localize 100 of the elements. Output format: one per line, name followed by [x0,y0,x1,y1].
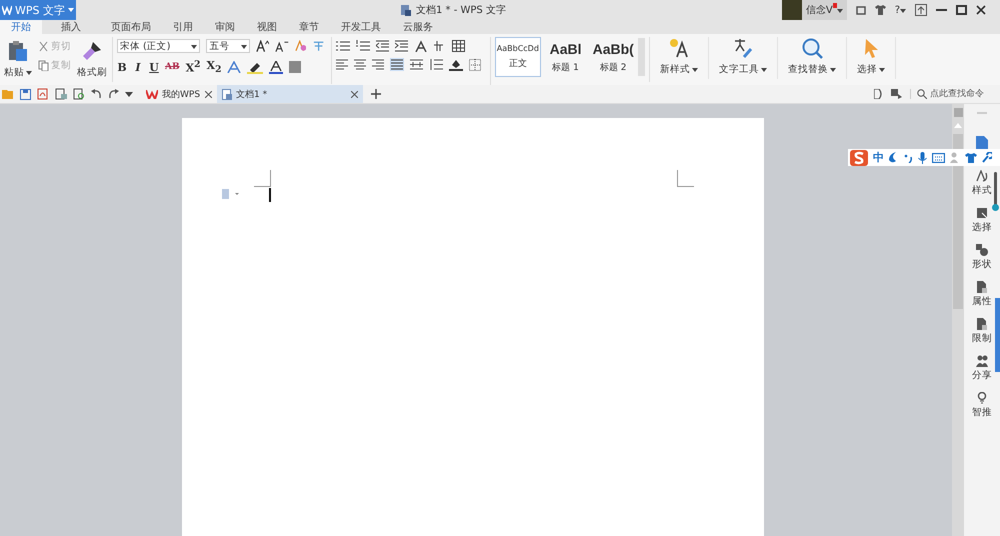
font-color-icon[interactable] [269,60,284,74]
font-size-dropdown[interactable]: 五号 [206,39,250,53]
sogou-logo-icon[interactable] [850,150,868,166]
style-option[interactable]: AaBl 标题 1 [542,37,588,77]
side-panel-button[interactable]: 分享 [972,355,992,392]
side-panel-button[interactable]: 样式 [972,170,992,207]
close-icon[interactable] [351,90,358,98]
bullet-list-icon[interactable] [336,40,350,52]
style-option[interactable]: AaBbCcDd 正文 [495,37,541,77]
dropdown-caret-icon[interactable] [241,44,248,48]
text-direction-icon[interactable] [414,40,428,52]
character-shading-icon[interactable] [289,61,302,74]
font-style-button[interactable]: X$^{2}$ [186,59,201,75]
dropdown-caret-icon[interactable] [68,8,74,12]
ime-mode-toggle[interactable]: 中 [873,150,884,165]
scrollbar-thumb[interactable] [953,134,963,309]
dropdown-caret-icon[interactable] [836,9,843,13]
ribbon-tab[interactable]: 视图 [246,20,288,34]
shading-icon[interactable] [449,58,463,71]
print-icon[interactable] [55,88,67,100]
ribbon-tab[interactable]: 开发工具 [330,20,392,34]
close-icon[interactable] [976,5,986,15]
ribbon-tab[interactable]: 审阅 [204,20,246,34]
highlighter-icon[interactable] [247,60,264,74]
text-effect-icon[interactable] [227,61,242,74]
skin-icon[interactable] [856,5,866,15]
shrink-font-icon[interactable] [275,40,289,52]
paragraph-mark-icon[interactable] [434,40,446,52]
print-preview-icon[interactable] [73,88,85,100]
align-right-icon[interactable] [372,59,384,70]
vertical-scrollbar[interactable] [952,104,964,536]
new-document-icon[interactable] [976,136,988,150]
wrench-icon[interactable] [982,152,992,163]
dropdown-caret-icon[interactable] [830,68,836,72]
ribbon-tab[interactable]: 插入 [50,20,92,34]
dropdown-caret-icon[interactable] [900,8,906,12]
dropdown-caret-icon[interactable] [26,70,32,74]
paste-button[interactable]: 粘贴 [4,37,32,82]
side-panel-button[interactable]: 形状 [972,244,992,281]
save-icon[interactable] [20,88,31,100]
grow-font-icon[interactable] [256,40,270,52]
ribbon-large-button[interactable]: 新样式 [650,37,709,79]
increase-indent-icon[interactable] [395,40,408,52]
justify-icon[interactable] [390,58,404,71]
undo-icon[interactable] [91,89,102,99]
dropdown-caret-icon[interactable] [692,68,698,72]
close-icon[interactable] [205,90,212,98]
align-left-icon[interactable] [336,59,348,70]
dropdown-caret-icon[interactable] [125,92,133,96]
font-family-dropdown[interactable]: 宋体 (正文) [117,39,200,53]
style-gallery-scrollbar[interactable] [638,38,646,76]
ribbon-tab[interactable]: 引用 [162,20,204,34]
shirt-icon[interactable] [965,152,977,162]
ribbon-tab[interactable]: 云服务 [392,20,444,34]
microphone-icon[interactable] [918,152,927,164]
user-menu-button[interactable]: 信念V [802,0,847,20]
ribbon-large-button[interactable]: 查找替换 [778,37,847,79]
redo-icon[interactable] [108,89,119,99]
ribbon-tab[interactable]: 页面布局 [100,20,162,34]
document-tab[interactable]: 文档1 * [217,85,363,103]
line-spacing-icon[interactable] [429,59,443,70]
keyboard-icon[interactable] [932,152,945,162]
decrease-indent-icon[interactable] [376,40,389,52]
ribbon-large-button[interactable]: 选择 [847,37,896,79]
side-panel-button[interactable]: 智推 [972,392,992,429]
document-tab[interactable]: 我的WPS [141,85,217,103]
border-icon[interactable] [469,58,481,70]
punctuation-icon[interactable] [904,152,913,162]
numbered-list-icon[interactable] [356,40,370,52]
ribbon-tab[interactable]: 开始 [0,20,42,34]
table-icon[interactable] [452,40,465,52]
restore-ribbon-icon[interactable] [915,4,927,16]
font-style-button[interactable]: I [133,60,143,74]
comment-icon[interactable] [891,89,902,99]
app-menu-button[interactable]: WPS 文字 [0,0,76,20]
distribute-icon[interactable] [410,59,423,70]
clear-format-icon[interactable] [294,40,306,52]
align-center-icon[interactable] [354,59,366,70]
share-icon [976,355,988,367]
font-style-button[interactable]: B [117,60,127,74]
shirt-icon[interactable] [874,5,886,15]
help-button[interactable]: ? [894,4,906,16]
format-painter-button[interactable]: 格式刷 [77,37,107,82]
panel-toggle-tab[interactable] [995,298,1000,372]
side-panel-button[interactable]: 限制 [972,318,992,355]
font-style-button[interactable]: X$_{2}$ [206,59,222,76]
maximize-icon[interactable] [956,5,967,15]
style-option[interactable]: AaBb( 标题 2 [590,37,636,77]
dropdown-caret-icon[interactable] [191,44,198,48]
document-mode-icon[interactable] [874,89,883,99]
ribbon-large-button[interactable]: 文字工具 [709,37,778,79]
font-style-button[interactable]: U [149,60,159,74]
font-style-button[interactable]: AB [165,62,180,72]
dropdown-caret-icon[interactable] [879,68,885,72]
new-tab-icon[interactable] [371,89,381,99]
side-panel-button[interactable]: 选择 [972,207,992,244]
dropdown-caret-icon[interactable] [761,68,767,72]
side-panel-button[interactable]: 属性 [972,281,992,318]
export-pdf-icon[interactable] [37,88,49,100]
ribbon-tab[interactable]: 章节 [288,20,330,34]
